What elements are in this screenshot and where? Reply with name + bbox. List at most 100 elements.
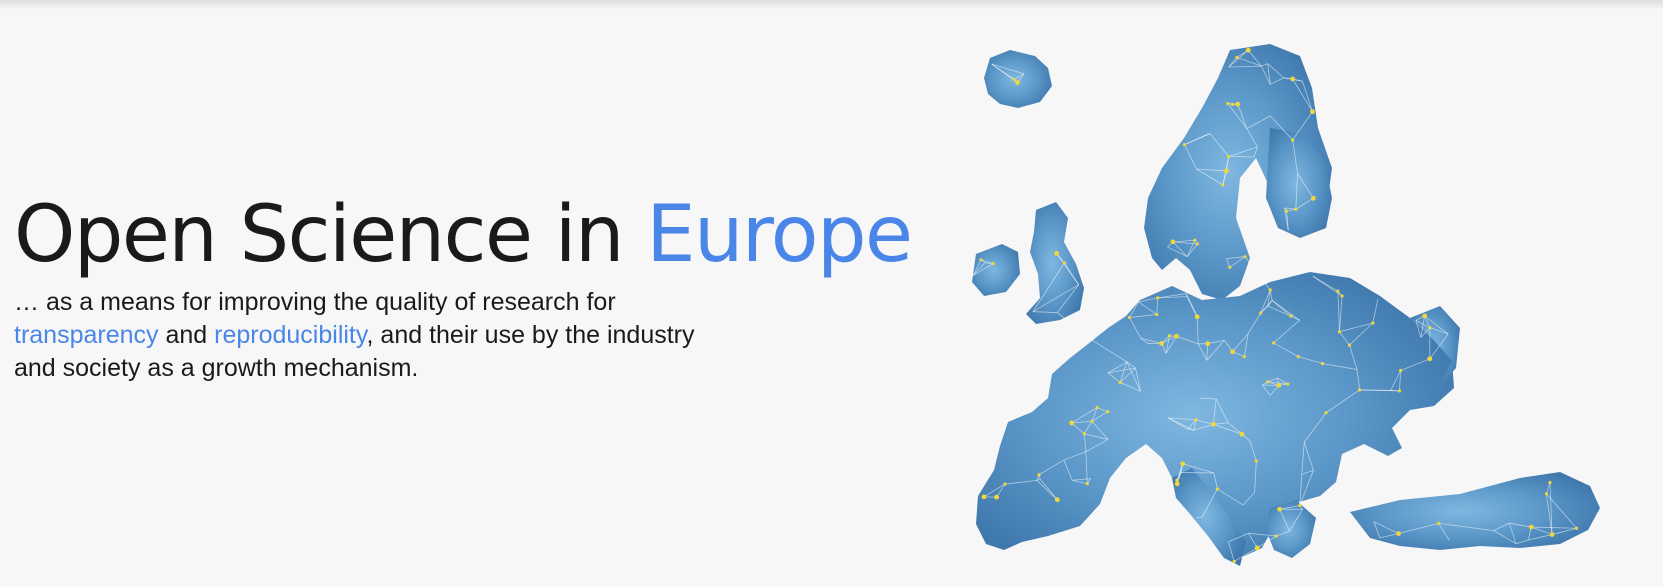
- britain-shape: [1026, 202, 1084, 324]
- network-node: [1549, 532, 1555, 537]
- ireland-shape: [972, 244, 1020, 296]
- network-node: [1245, 47, 1251, 53]
- network-node: [1159, 341, 1164, 346]
- network-node: [1194, 314, 1200, 320]
- network-node: [1228, 265, 1232, 269]
- network-node: [1014, 80, 1020, 85]
- hero-section: Open Science in Europe … as a means for …: [14, 190, 974, 385]
- reproducibility-link[interactable]: reproducibility: [214, 321, 366, 349]
- network-node: [1226, 101, 1230, 106]
- network-node: [1175, 478, 1179, 482]
- network-node: [1156, 296, 1160, 300]
- network-node: [1298, 503, 1302, 508]
- network-node: [1037, 473, 1041, 477]
- transparency-link[interactable]: transparency: [14, 321, 159, 349]
- network-node: [1274, 534, 1278, 538]
- network-node: [1324, 411, 1328, 415]
- network-node: [1437, 521, 1441, 525]
- subtitle-and-text: and: [158, 321, 215, 349]
- subtitle-line-3: and society as a growth mechanism.: [14, 354, 419, 382]
- network-node: [1254, 545, 1260, 551]
- network-node: [1544, 492, 1549, 496]
- network-node: [1193, 238, 1197, 242]
- subtitle-line-2-rest: , and their use by the industry: [366, 321, 695, 349]
- network-node: [1268, 288, 1272, 292]
- network-node: [1266, 380, 1270, 384]
- network-node: [1127, 315, 1132, 320]
- network-line: [1057, 312, 1095, 343]
- network-node: [1286, 382, 1290, 386]
- network-node: [1289, 314, 1293, 318]
- network-node: [1227, 154, 1231, 159]
- title-accent-text: Europe: [646, 190, 913, 280]
- network-node: [1012, 77, 1016, 81]
- network-node: [1336, 289, 1340, 293]
- network-node: [1294, 207, 1298, 211]
- network-line: [1180, 472, 1214, 474]
- network-node: [1223, 168, 1229, 174]
- network-node: [1106, 410, 1110, 414]
- network-node: [1195, 242, 1200, 246]
- europe-map: [940, 38, 1663, 587]
- iceland-shape: [984, 50, 1052, 108]
- hero-subtitle: … as a means for improving the quality o…: [14, 286, 774, 385]
- network-node: [1239, 431, 1245, 437]
- network-node: [1003, 482, 1007, 486]
- network-node: [1277, 506, 1283, 512]
- network-node: [1371, 321, 1375, 325]
- title-main-text: Open Science in: [14, 190, 647, 280]
- network-node: [1320, 361, 1325, 366]
- network-node: [1155, 312, 1159, 317]
- network-node: [1259, 311, 1263, 315]
- network-node: [979, 258, 983, 262]
- network-node: [1170, 239, 1176, 245]
- network-node: [981, 494, 987, 500]
- network-node: [1254, 459, 1258, 463]
- header-shadow: [0, 0, 1663, 10]
- network-node: [1215, 487, 1220, 491]
- network-node: [1180, 461, 1186, 467]
- network-line: [1244, 256, 1271, 291]
- network-node: [1235, 101, 1241, 107]
- network-node: [1310, 109, 1315, 115]
- network-node: [1118, 380, 1122, 385]
- network-node: [1548, 480, 1552, 485]
- network-node: [1210, 421, 1216, 427]
- network-node: [1422, 313, 1428, 319]
- network-node: [1310, 195, 1316, 201]
- network-node: [1358, 388, 1362, 392]
- network-node: [1296, 355, 1300, 359]
- network-node: [1054, 497, 1060, 503]
- network-node: [1574, 526, 1579, 530]
- network-node: [1174, 333, 1179, 339]
- network-node: [1221, 183, 1225, 187]
- network-node: [1167, 334, 1172, 338]
- network-node: [1062, 261, 1066, 265]
- network-node: [1396, 531, 1401, 536]
- network-node: [1399, 368, 1403, 373]
- network-node: [994, 494, 1000, 500]
- network-node: [1428, 326, 1432, 330]
- network-node: [1182, 143, 1187, 147]
- network-node: [1290, 76, 1296, 82]
- network-node: [1427, 356, 1433, 362]
- network-node: [1291, 138, 1295, 142]
- network-node: [1095, 406, 1099, 410]
- network-node: [1272, 341, 1276, 345]
- network-node: [1235, 55, 1239, 59]
- network-node: [1054, 251, 1060, 256]
- network-node: [1174, 481, 1180, 487]
- network-node: [1090, 419, 1094, 423]
- network-node: [1205, 341, 1211, 347]
- europe-map-icon: [972, 44, 1600, 566]
- network-node: [1528, 524, 1534, 530]
- network-node: [991, 262, 995, 266]
- network-node: [1085, 482, 1089, 486]
- network-node: [1082, 432, 1086, 436]
- network-node: [1347, 343, 1352, 347]
- network-node: [1232, 559, 1236, 564]
- network-node: [1230, 349, 1236, 355]
- network-node: [1276, 382, 1282, 388]
- network-node: [1285, 209, 1289, 213]
- network-node: [1069, 420, 1075, 426]
